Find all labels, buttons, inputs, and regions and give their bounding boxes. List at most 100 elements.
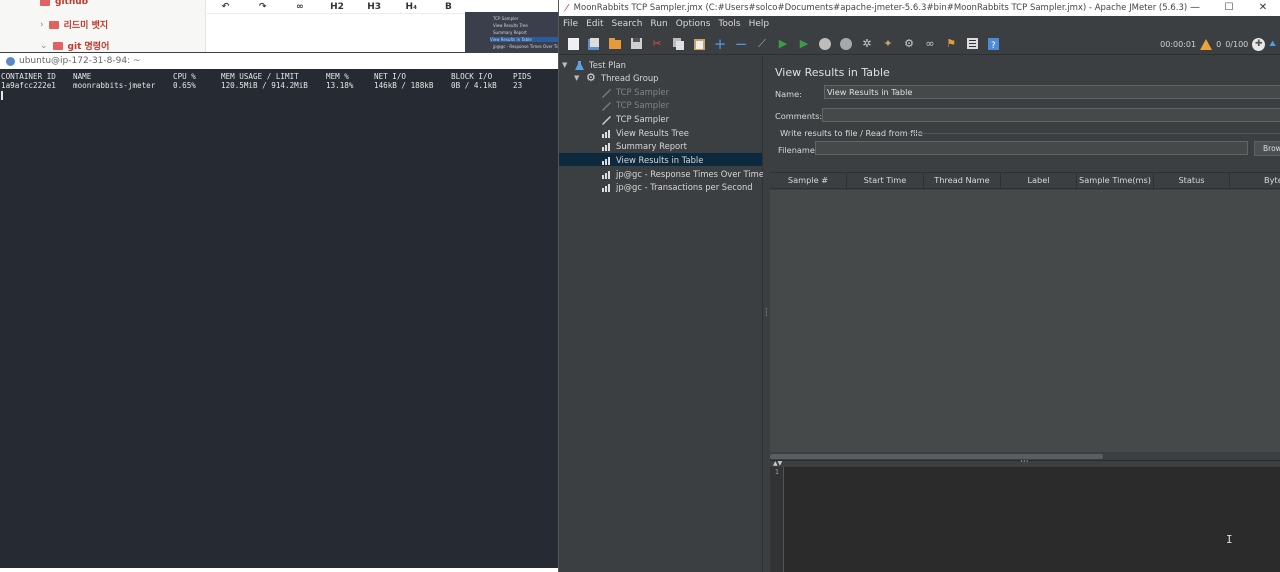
- sidebar-item-github[interactable]: github: [40, 0, 88, 7]
- column-label[interactable]: Label: [1001, 173, 1077, 188]
- window-title: MoonRabbits TCP Sampler.jmx (C:#Users#so…: [573, 3, 1188, 13]
- collapse-icon[interactable]: −: [732, 35, 750, 53]
- split-pane-divider[interactable]: · · ·: [763, 56, 770, 572]
- clear-all-icon[interactable]: ⚑: [942, 35, 960, 53]
- jmeter-titlebar[interactable]: ⁄ MoonRabbits TCP Sampler.jmx (C:#Users#…: [559, 0, 1280, 16]
- cell: 1a9afcc222e1: [1, 81, 56, 90]
- undo-icon[interactable]: ↶: [207, 2, 244, 12]
- browse-button[interactable]: Brow: [1254, 141, 1280, 156]
- chevron-right-icon: ›: [40, 19, 44, 30]
- jmeter-toolbar: ✂ + − ⟋ ▶ ▶ ✲ ✦ ⚙ ∞ ⚑ ? 00:00:01 0 0/100…: [559, 33, 1280, 55]
- cell: 23: [513, 81, 523, 90]
- menu-file[interactable]: File: [559, 16, 582, 33]
- menu-search[interactable]: Search: [608, 16, 647, 33]
- expand-icon[interactable]: +: [711, 35, 729, 53]
- lower-split-divider[interactable]: ▲▼ ···: [770, 457, 1280, 467]
- terminal-title: ubuntu@ip-172-31-8-94: ~: [19, 56, 141, 66]
- test-plan-tree[interactable]: ▼ Test Plan ▼ ⚙ Thread Group TCP Sampler…: [559, 56, 764, 572]
- menu-options[interactable]: Options: [672, 16, 715, 33]
- shutdown-icon[interactable]: [837, 35, 855, 53]
- cell: 13.18%: [326, 81, 354, 90]
- pen-icon: [601, 87, 612, 98]
- sidebar-item-git-commands[interactable]: ⌄ git 명령어: [40, 39, 110, 53]
- remote-stop-icon[interactable]: ✦: [879, 35, 897, 53]
- tree-node-thread-group[interactable]: ▼ ⚙ Thread Group: [574, 71, 658, 84]
- close-button[interactable]: ✕: [1246, 0, 1280, 16]
- chart-icon: [601, 155, 612, 165]
- heading2-button[interactable]: H2: [318, 2, 355, 12]
- clear-icon[interactable]: ⚙: [900, 35, 918, 53]
- tree-node-transactions-per-second[interactable]: jp@gc - Transactions per Second: [601, 180, 753, 193]
- minimize-button[interactable]: —: [1178, 0, 1212, 16]
- menu-tools[interactable]: Tools: [714, 16, 744, 33]
- drag-handle-icon[interactable]: ···: [765, 306, 768, 320]
- stop-icon[interactable]: [816, 35, 834, 53]
- name-field[interactable]: View Results in Table: [824, 85, 1280, 99]
- column-sample-number[interactable]: Sample #: [770, 173, 847, 188]
- paste-icon[interactable]: [690, 35, 708, 53]
- window-controls: — ☐ ✕: [1178, 0, 1280, 16]
- menu-bar: File Edit Search Run Options Tools Help: [559, 16, 1280, 33]
- tree-node-view-results-in-table[interactable]: View Results in Table: [559, 153, 762, 166]
- chevron-down-icon[interactable]: ▼: [562, 61, 570, 69]
- column-bytes[interactable]: Bytes: [1230, 173, 1280, 188]
- start-icon[interactable]: ▶: [774, 35, 792, 53]
- redo-icon[interactable]: ↷: [244, 2, 281, 12]
- log-editor[interactable]: 1 I: [770, 467, 1280, 572]
- filename-field[interactable]: [815, 141, 1248, 155]
- tree-node-response-times[interactable]: jp@gc - Response Times Over Time: [601, 167, 764, 180]
- heading4-button[interactable]: H₄: [393, 2, 430, 12]
- drag-handle-icon[interactable]: ···: [1020, 457, 1029, 467]
- tree-node-tcp-sampler[interactable]: TCP Sampler: [601, 85, 669, 98]
- tree-node-label: View Results in Table: [616, 154, 704, 165]
- log-icon[interactable]: ⛰: [1269, 39, 1276, 49]
- jmeter-window[interactable]: ⁄ MoonRabbits TCP Sampler.jmx (C:#Users#…: [558, 0, 1280, 572]
- save-icon[interactable]: [627, 35, 645, 53]
- maximize-button[interactable]: ☐: [1212, 0, 1246, 16]
- binoculars-icon[interactable]: ∞: [921, 35, 939, 53]
- tree-node-tcp-sampler[interactable]: TCP Sampler: [601, 112, 669, 125]
- menu-help[interactable]: Help: [745, 16, 774, 33]
- new-icon[interactable]: [564, 35, 582, 53]
- column-header: MEM USAGE / LIMIT: [221, 72, 299, 81]
- sidebar-item-readme-badge[interactable]: › 리드미 뱃지: [40, 18, 108, 32]
- remote-start-icon[interactable]: ✲: [858, 35, 876, 53]
- collapse-arrows-icon[interactable]: ▲▼: [773, 460, 782, 467]
- help-icon[interactable]: ?: [984, 35, 1002, 53]
- tree-node-tcp-sampler[interactable]: TCP Sampler: [601, 98, 669, 111]
- function-helper-icon[interactable]: [963, 35, 981, 53]
- tree-node-summary-report[interactable]: Summary Report: [601, 139, 687, 152]
- column-thread-name[interactable]: Thread Name: [924, 173, 1001, 188]
- column-sample-time[interactable]: Sample Time(ms): [1077, 173, 1154, 188]
- terminal-titlebar[interactable]: ubuntu@ip-172-31-8-94: ~: [0, 53, 558, 69]
- link-icon[interactable]: ∞: [281, 2, 318, 12]
- templates-icon[interactable]: [585, 35, 603, 53]
- menu-run[interactable]: Run: [646, 16, 671, 33]
- toolbar-status: 00:00:01 0 0/100 ✚ ⛰: [1160, 33, 1276, 55]
- sidebar-item-label: git 명령어: [67, 42, 110, 52]
- tree-node-test-plan[interactable]: ▼ Test Plan: [562, 58, 626, 71]
- start-no-pauses-icon[interactable]: ▶: [795, 35, 813, 53]
- remote-engines-icon[interactable]: ✚: [1252, 37, 1266, 51]
- column-start-time[interactable]: Start Time: [847, 173, 924, 188]
- chevron-down-icon[interactable]: ▼: [574, 74, 582, 82]
- elapsed-timer: 00:00:01: [1160, 39, 1197, 49]
- bold-button[interactable]: B: [430, 2, 467, 12]
- heading3-button[interactable]: H3: [356, 2, 393, 12]
- tree-node-label: Test Plan: [589, 59, 626, 70]
- horizontal-scrollbar[interactable]: [770, 454, 1103, 459]
- tree-node-view-results-tree[interactable]: View Results Tree: [601, 126, 689, 139]
- name-label: Name:: [775, 89, 802, 99]
- toggle-icon[interactable]: ⟋: [753, 35, 771, 53]
- terminal-window[interactable]: ubuntu@ip-172-31-8-94: ~ CONTAINER ID NA…: [0, 52, 558, 572]
- cut-icon[interactable]: ✂: [648, 35, 666, 53]
- column-status[interactable]: Status: [1154, 173, 1230, 188]
- copy-icon[interactable]: [669, 35, 687, 53]
- menu-edit[interactable]: Edit: [582, 16, 607, 33]
- terminal-output[interactable]: CONTAINER ID NAME CPU % MEM USAGE / LIMI…: [0, 69, 558, 103]
- chart-icon: [601, 182, 612, 192]
- open-icon[interactable]: [606, 35, 624, 53]
- warning-icon[interactable]: [1200, 38, 1213, 50]
- comments-field[interactable]: [822, 108, 1280, 122]
- results-table-body[interactable]: [770, 190, 1280, 452]
